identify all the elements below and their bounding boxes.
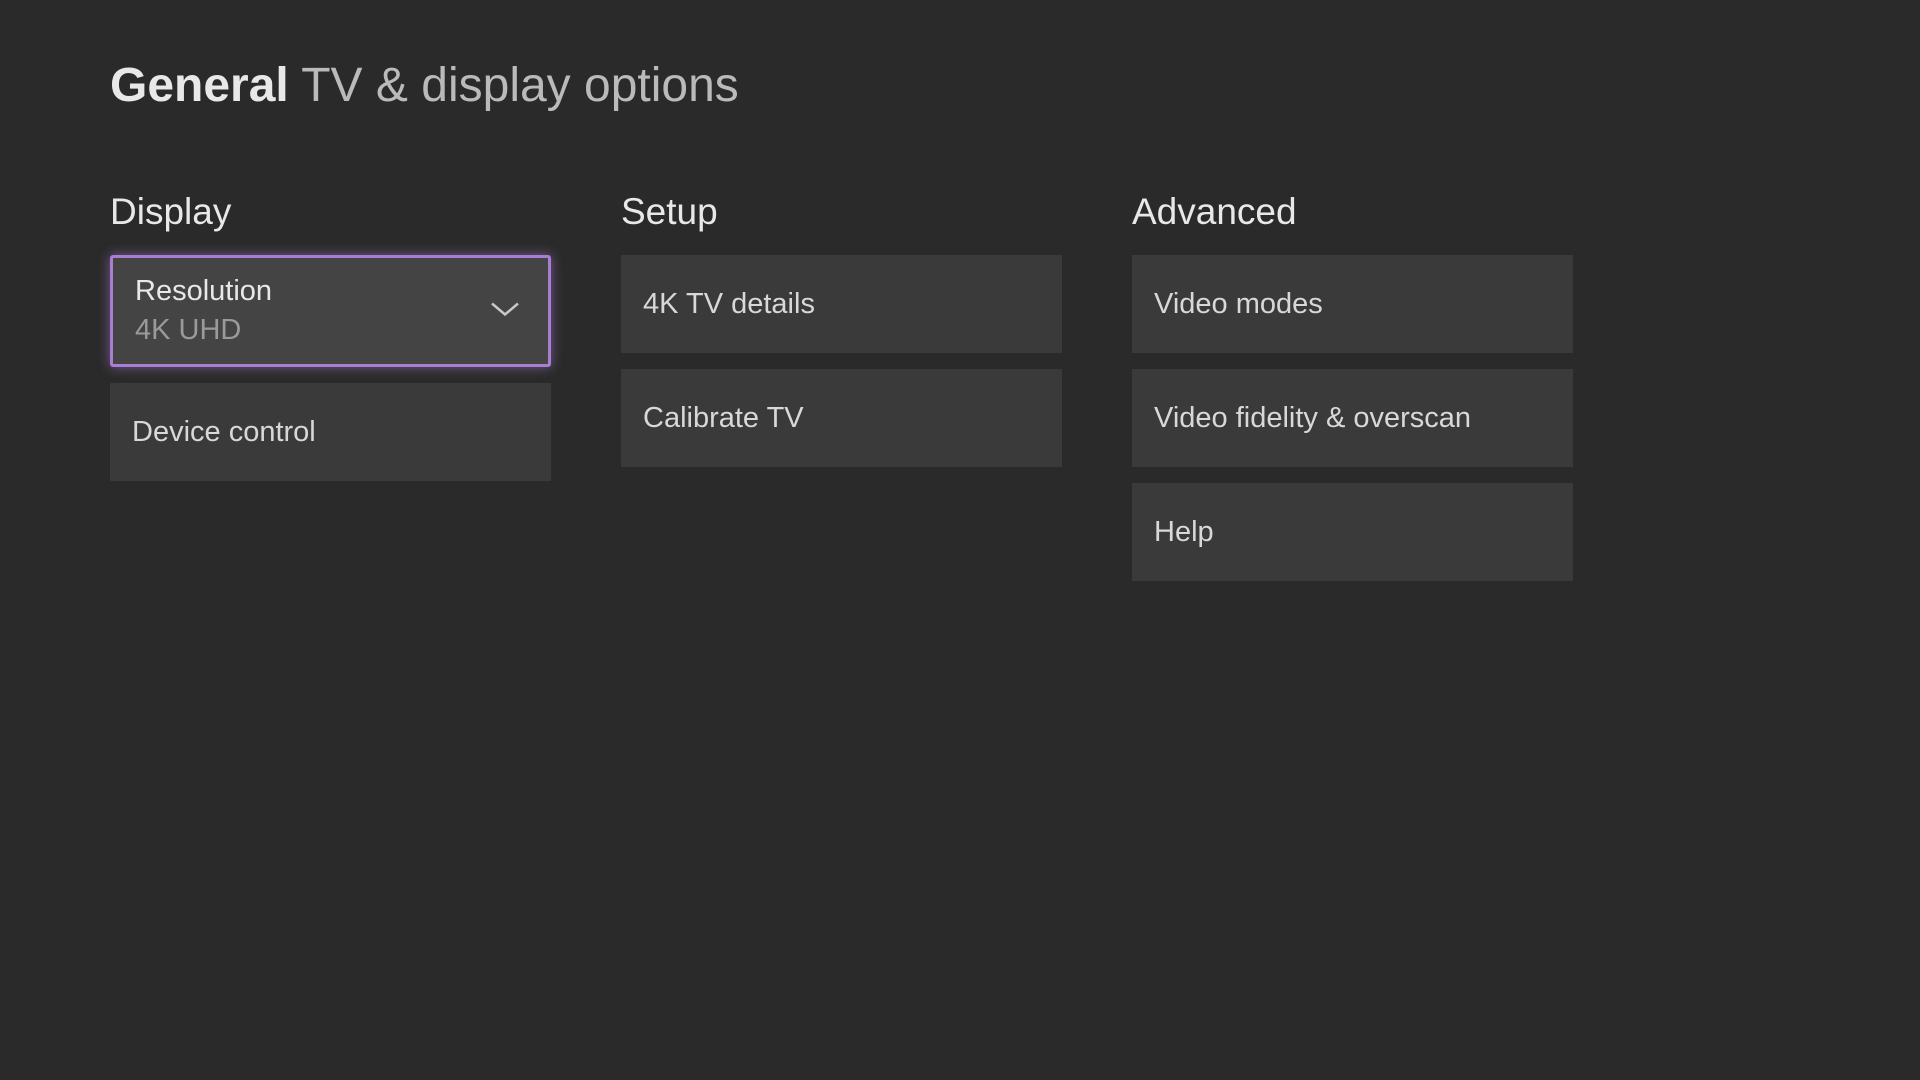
help-button[interactable]: Help — [1132, 483, 1573, 581]
device-control-button[interactable]: Device control — [110, 383, 551, 481]
page-title: General TV & display options — [110, 58, 1920, 113]
resolution-label: Resolution — [135, 275, 272, 308]
calibrate-tv-button[interactable]: Calibrate TV — [621, 369, 1062, 467]
resolution-value: 4K UHD — [135, 314, 241, 347]
video-fidelity-label: Video fidelity & overscan — [1154, 402, 1471, 435]
settings-columns: Display Resolution 4K UHD Device control… — [0, 113, 1920, 597]
display-column: Display Resolution 4K UHD Device control — [110, 191, 551, 597]
video-modes-button[interactable]: Video modes — [1132, 255, 1573, 353]
advanced-column: Advanced Video modes Video fidelity & ov… — [1132, 191, 1573, 597]
resolution-dropdown[interactable]: Resolution 4K UHD — [110, 255, 551, 367]
title-page: TV & display options — [289, 59, 739, 112]
advanced-column-header: Advanced — [1132, 191, 1573, 233]
setup-column-header: Setup — [621, 191, 1062, 233]
title-category: General — [110, 59, 289, 112]
chevron-down-icon — [490, 300, 520, 323]
page-header: General TV & display options — [0, 0, 1920, 113]
video-fidelity-button[interactable]: Video fidelity & overscan — [1132, 369, 1573, 467]
device-control-label: Device control — [132, 416, 316, 449]
4k-tv-details-button[interactable]: 4K TV details — [621, 255, 1062, 353]
calibrate-tv-label: Calibrate TV — [643, 402, 804, 435]
display-column-header: Display — [110, 191, 551, 233]
help-label: Help — [1154, 516, 1214, 549]
setup-column: Setup 4K TV details Calibrate TV — [621, 191, 1062, 597]
video-modes-label: Video modes — [1154, 288, 1323, 321]
4k-tv-details-label: 4K TV details — [643, 288, 815, 321]
